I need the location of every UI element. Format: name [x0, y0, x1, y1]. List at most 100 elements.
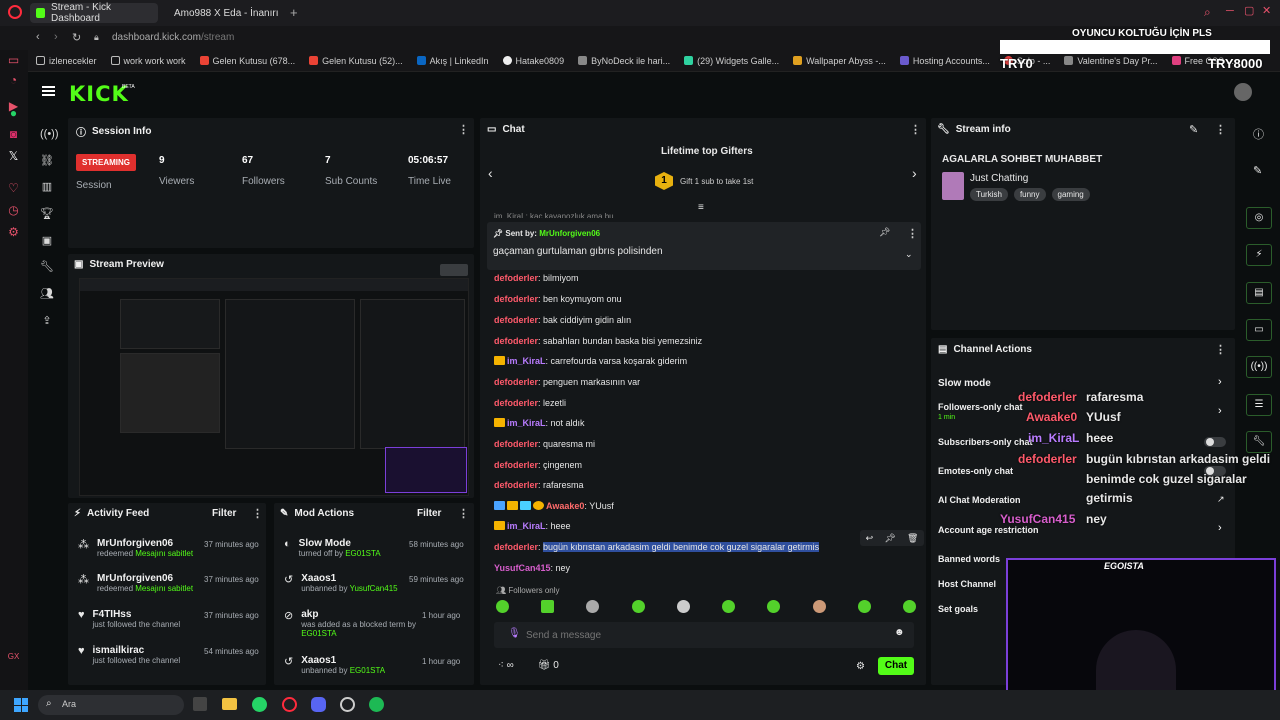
link-icon[interactable]: ⛓ [40, 154, 54, 168]
kick-logo[interactable]: KICK [69, 82, 129, 106]
emote-icon[interactable] [631, 600, 645, 613]
heart-icon[interactable]: ♡ [7, 182, 20, 195]
emote-icon[interactable] [812, 600, 826, 613]
bookmark-item[interactable]: Hosting Accounts... [899, 56, 990, 66]
chat-user[interactable]: defoderler [494, 542, 538, 552]
windows-start-icon[interactable] [14, 698, 28, 712]
bookmark-item[interactable]: Gelen Kutusu (52)... [309, 56, 403, 66]
more-icon[interactable]: GX [7, 650, 20, 663]
gifters-prev-icon[interactable]: ‹ [488, 165, 493, 181]
chat-message[interactable]: im_KiraL: carrefourda varsa koşarak gide… [494, 356, 687, 366]
chat-bubble-icon[interactable]: ▭ [1246, 319, 1272, 341]
back-icon[interactable]: ‹ [36, 31, 40, 43]
camera-icon[interactable]: ◎ [1246, 207, 1272, 229]
messenger-icon[interactable]: ▭ [7, 54, 20, 67]
bookmark-item[interactable]: Gelen Kutusu (678... [199, 56, 295, 66]
chat-user[interactable]: im_KiraL [507, 521, 546, 531]
chat-message[interactable]: YusufCan415: ney [494, 563, 570, 573]
chat-message[interactable]: defoderler: rafaresma [494, 480, 584, 490]
new-tab-button[interactable]: + [290, 5, 298, 20]
chat-user[interactable]: defoderler [494, 439, 538, 449]
subscribers-only-action[interactable]: Subscribers-only chat [938, 437, 1033, 447]
close-icon[interactable]: ✕ [1262, 4, 1271, 17]
settings-icon[interactable]: ⚙ [7, 226, 20, 239]
list-item[interactable]: ⊘ akp was added as a blocked term by EG01… [284, 609, 444, 638]
session-menu-icon[interactable]: ⋮ [458, 123, 469, 136]
avatar[interactable] [1234, 83, 1252, 101]
external-link-icon[interactable]: ↗ [1217, 494, 1225, 505]
chat-input-box[interactable]: 🎙︎ ☻ [494, 622, 914, 648]
opera-gx-icon[interactable] [282, 697, 297, 712]
tag[interactable]: funny [1013, 188, 1046, 201]
trophy-icon[interactable]: 🏆︎ [40, 207, 54, 221]
chat-message[interactable]: defoderler: sabahları bundan baska bisi … [494, 336, 702, 346]
stream-preview-video[interactable] [79, 278, 469, 496]
bookmark-item[interactable]: work work work [110, 56, 186, 66]
activity-menu-icon[interactable]: ⋮ [252, 507, 263, 520]
edit-icon[interactable]: ✎ [1189, 123, 1198, 136]
mic-icon[interactable]: 🎙︎ [508, 628, 521, 639]
host-channel-action[interactable]: Host Channel [938, 579, 996, 589]
emote-icon[interactable] [857, 600, 871, 613]
chat-input[interactable] [526, 626, 876, 644]
channel-actions-menu-icon[interactable]: ⋮ [1215, 343, 1226, 356]
send-chat-button[interactable]: Chat [878, 657, 914, 675]
search-tabs-icon[interactable]: ⌕ [1204, 5, 1211, 20]
chat-user[interactable]: defoderler [494, 294, 538, 304]
chat-message[interactable]: im_KiraL: not aldık [494, 418, 585, 428]
list-icon[interactable]: ☰ [1246, 394, 1272, 416]
chat-message[interactable]: defoderler: bak ciddiyim gidin alın [494, 315, 631, 325]
clipboard-icon[interactable]: ▤ [1246, 282, 1272, 304]
mod-menu-icon[interactable]: ⋮ [458, 507, 469, 520]
collapse-icon[interactable]: ≡ [698, 202, 704, 213]
whatsapp-icon[interactable] [252, 697, 267, 712]
chat-message[interactable]: Awaake0: YUusf [494, 501, 614, 511]
edit-pencil-icon[interactable]: ✎ [1253, 164, 1262, 177]
maximize-icon[interactable]: ▢ [1244, 4, 1254, 17]
address-bar[interactable]: dashboard.kick.com/stream [112, 32, 234, 43]
upload-icon[interactable]: ⇪ [40, 314, 54, 328]
emote-icon[interactable] [676, 600, 690, 613]
chat-message[interactable]: defoderler: bilmiyom [494, 273, 579, 283]
list-item[interactable]: ↺ Xaaos1 unbanned by YusufCan415 [284, 573, 398, 593]
users-icon[interactable]: 👥︎ [40, 287, 54, 301]
stream-info-menu-icon[interactable]: ⋮ [1215, 123, 1226, 136]
analytics-icon[interactable]: ▥ [40, 180, 54, 194]
chat-message[interactable]: defoderler: quaresma mi [494, 439, 595, 449]
discord-icon[interactable] [311, 697, 326, 712]
bookmark-item[interactable]: ByNoDeck ile hari... [578, 56, 670, 66]
wrench-icon[interactable]: 🔧︎ [40, 260, 54, 274]
opera-icon[interactable] [8, 5, 22, 19]
points-icon[interactable]: ⁖ ∞ [498, 660, 514, 671]
minimize-icon[interactable]: ─ [1226, 5, 1234, 17]
pin-message-icon[interactable]: 📌︎ [884, 533, 895, 544]
emote-icon[interactable] [586, 600, 600, 613]
followers-only-action[interactable]: Followers-only chat [938, 402, 1023, 412]
activity-filter-button[interactable]: Filter [212, 508, 236, 519]
menu-icon[interactable] [42, 86, 55, 96]
preview-controls[interactable] [440, 264, 468, 276]
tab-kick-dashboard[interactable]: Stream - Kick Dashboard [30, 2, 158, 24]
broadcast-icon[interactable]: ((•)) [1246, 356, 1272, 378]
gift-icon[interactable]: 🎁︎ 0 [538, 660, 559, 671]
chat-user[interactable]: defoderler [494, 336, 538, 346]
store-icon[interactable] [193, 697, 207, 711]
bookmark-item[interactable]: Wallpaper Abyss -... [793, 56, 886, 66]
chat-user[interactable]: defoderler [494, 460, 538, 470]
chat-message[interactable]: defoderler: penguen markasının var [494, 377, 640, 387]
spotify-icon[interactable] [369, 697, 384, 712]
chat-user[interactable]: YusufCan415 [494, 563, 551, 573]
chevron-right-icon[interactable]: › [1218, 405, 1222, 417]
chat-message[interactable]: defoderler: lezetli [494, 398, 566, 408]
bolt-icon[interactable]: ⚡︎ [1246, 244, 1272, 266]
chat-message[interactable]: defoderler: çingenem [494, 460, 582, 470]
slow-mode-action[interactable]: Slow mode [938, 378, 991, 389]
chat-user[interactable]: defoderler [494, 398, 538, 408]
history-icon[interactable]: ◔ [7, 74, 20, 87]
chat-user[interactable]: defoderler [494, 315, 538, 325]
folder-icon[interactable] [222, 698, 237, 710]
clock-icon[interactable]: ◷ [7, 204, 20, 217]
bookmark-item[interactable]: (29) Widgets Galle... [684, 56, 779, 66]
emote-icon[interactable] [767, 600, 781, 613]
chat-message[interactable]: defoderler: bugün kıbrıstan arkadasim ge… [494, 542, 820, 552]
